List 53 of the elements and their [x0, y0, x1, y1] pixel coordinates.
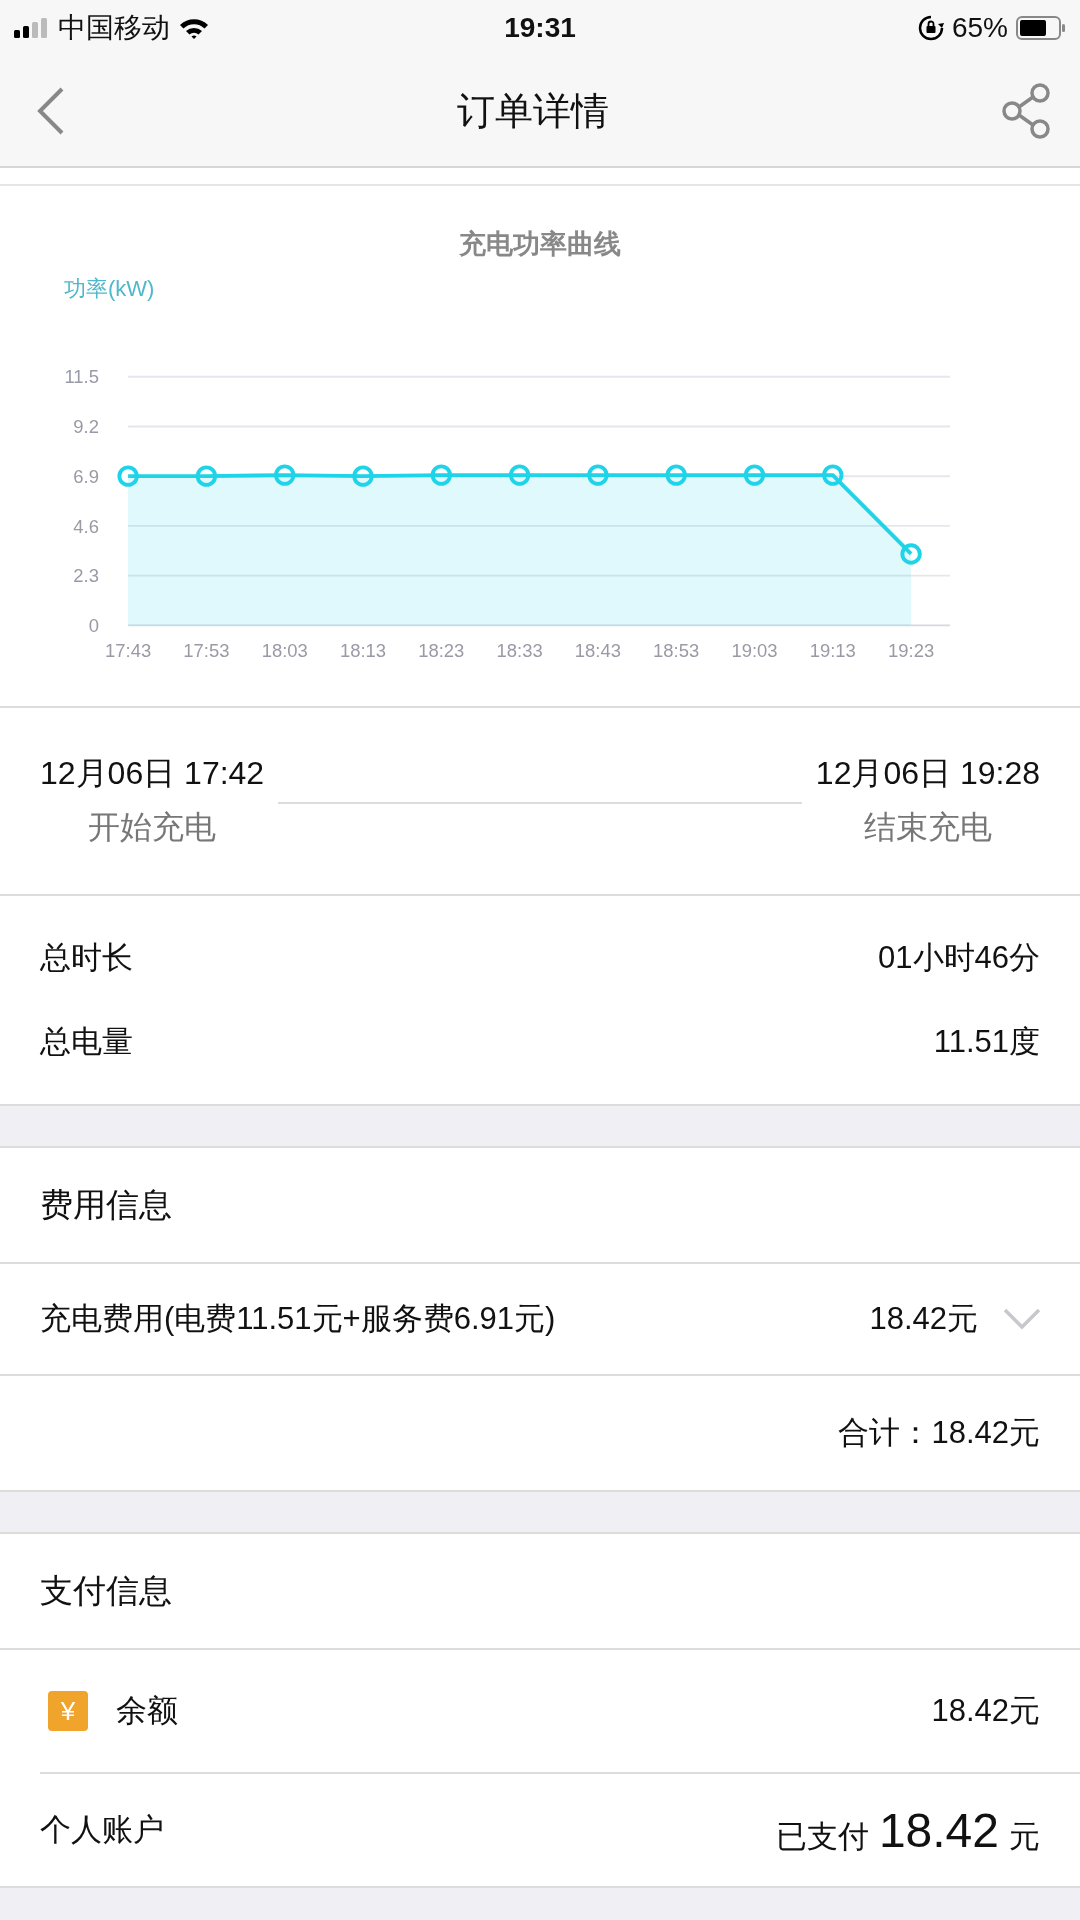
balance-label: 余额 — [116, 1692, 178, 1730]
rotation-lock-icon — [917, 15, 944, 41]
axis-tick-label: 4.6 — [73, 515, 99, 537]
axis-label: 功率(kW) — [64, 275, 155, 303]
back-button[interactable] — [36, 86, 66, 136]
paid-label: 已支付 — [775, 1817, 869, 1856]
axis-tick-label: 18:03 — [261, 640, 308, 662]
axis-tick-label: 18:33 — [496, 640, 543, 662]
axis-tick-label: 17:43 — [105, 640, 152, 662]
axis-tick-label: 9.2 — [73, 416, 99, 438]
axis-tick-label: 0 — [88, 615, 99, 637]
start-end-time: 12月06日 19:28 — [815, 754, 1040, 793]
axis-tick-label: 17:53 — [183, 640, 230, 662]
battery-icon — [1016, 16, 1066, 40]
paid-amount: 18.42 — [878, 1802, 999, 1858]
wifi-icon — [178, 16, 210, 40]
axis-tick-label: 19:03 — [731, 640, 778, 662]
row-label: 总时长 — [40, 939, 133, 977]
page-title: 订单详情 — [457, 88, 609, 134]
share-icon — [1000, 83, 1052, 139]
start-end-time: 12月06日 17:42 — [40, 754, 265, 793]
axis-tick-label: 19:13 — [809, 640, 856, 662]
section-heading: 费用信息 — [0, 1148, 1080, 1264]
total-value: 18.42元 — [931, 1414, 1040, 1452]
axis-tick-label: 18:23 — [418, 640, 465, 662]
chart-title: 充电功率曲线 — [459, 228, 621, 261]
row-value: 01小时46分 — [878, 939, 1040, 977]
axis-tick-label: 2.3 — [73, 565, 99, 587]
axis-tick-label: 6.9 — [73, 465, 99, 487]
axis-tick-label: 11.5 — [64, 366, 99, 388]
balance-value: 18.42元 — [931, 1692, 1040, 1730]
back-icon — [36, 86, 66, 136]
row-value: 11.51度 — [933, 1023, 1040, 1061]
fee-label: 充电费用(电费11.51元+服务费6.91元) — [40, 1300, 556, 1338]
share-button[interactable] — [1000, 83, 1052, 139]
yen-icon: ¥ — [48, 1691, 88, 1731]
fee-row[interactable]: 充电费用(电费11.51元+服务费6.91元) 18.42元 — [0, 1264, 1080, 1376]
start-end-label: 结束充电 — [863, 808, 992, 847]
section-heading: 支付信息 — [0, 1534, 1080, 1650]
row-label: 总电量 — [40, 1023, 133, 1061]
fee-value: 18.42元 — [869, 1300, 978, 1338]
battery-percent: 65% — [951, 12, 1008, 44]
account-label: 个人账户 — [40, 1811, 164, 1849]
axis-tick-label: 18:43 — [574, 640, 621, 662]
axis-tick-label: 18:53 — [653, 640, 700, 662]
status-time: 19:31 — [504, 12, 576, 44]
axis-tick-label: 18:13 — [339, 640, 387, 662]
signal-icon — [14, 18, 50, 38]
total-label: 合计： — [838, 1414, 932, 1452]
carrier-name: 中国移动 — [58, 11, 170, 45]
axis-tick-label: 19:23 — [888, 640, 935, 662]
currency-unit: 元 — [1009, 1817, 1040, 1856]
start-end-label: 开始充电 — [88, 808, 217, 847]
